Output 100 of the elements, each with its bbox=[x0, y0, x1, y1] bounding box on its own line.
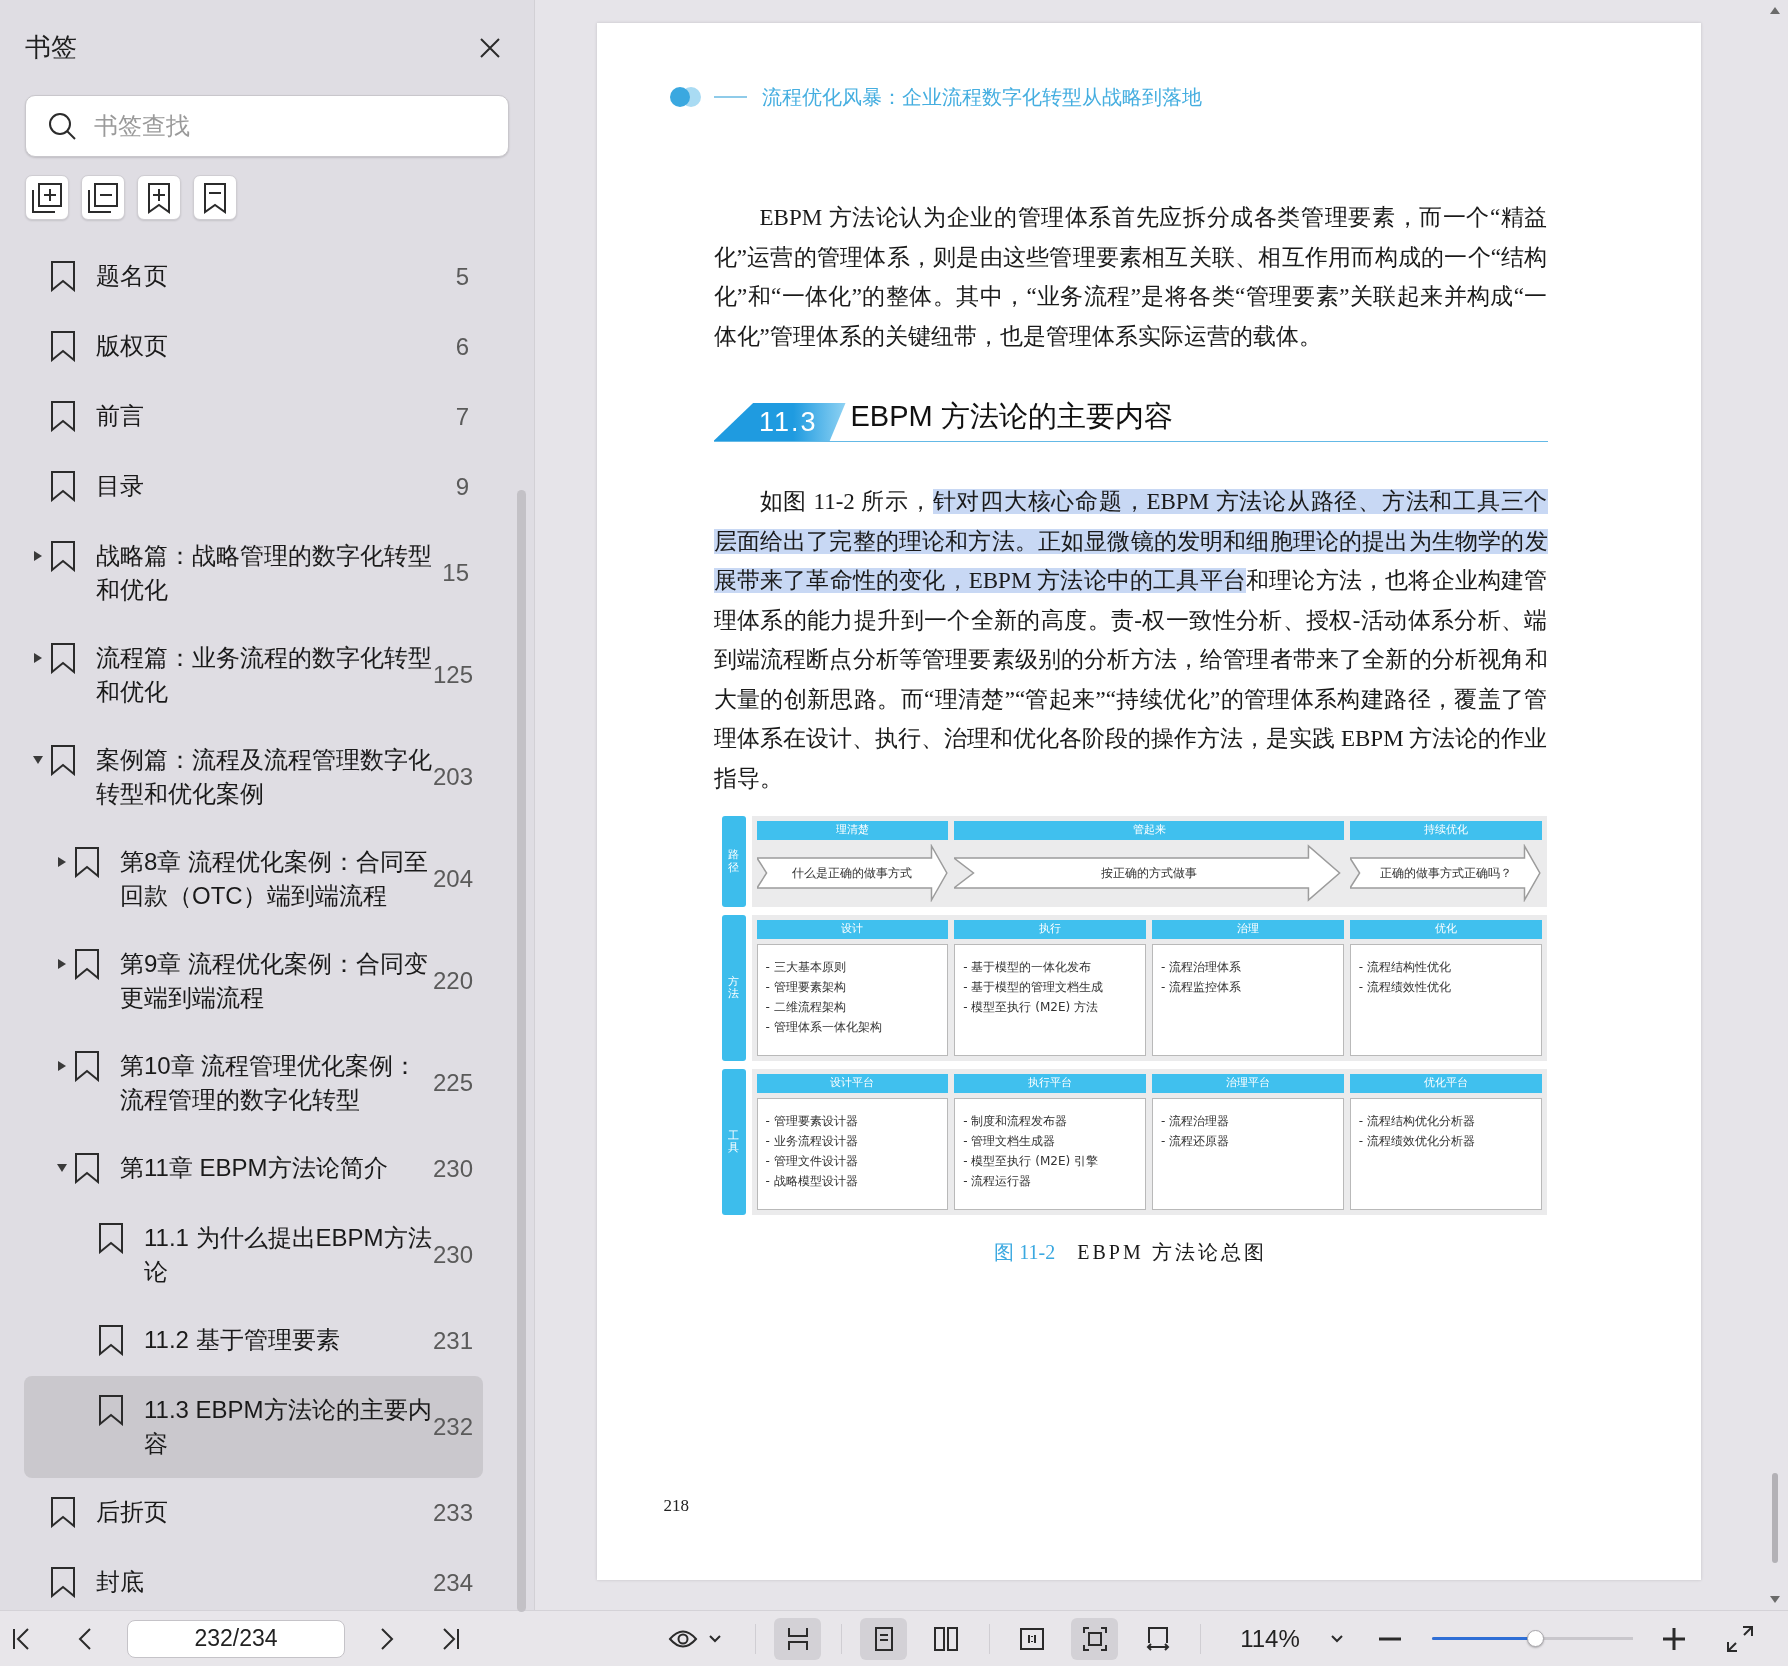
expand-arrow-icon[interactable] bbox=[33, 652, 43, 664]
bookmark-icon bbox=[98, 1324, 124, 1356]
bookmark-item[interactable]: 前言 7 bbox=[24, 382, 483, 452]
expand-arrow-icon[interactable] bbox=[33, 550, 43, 562]
column-header: 治理平台 bbox=[1152, 1074, 1344, 1093]
dots-icon bbox=[668, 86, 702, 108]
box-item: - 流程治理体系 bbox=[1161, 959, 1243, 976]
search-field[interactable]: 书签查找 bbox=[25, 95, 509, 157]
page-number: 218 bbox=[663, 1494, 690, 1517]
box-item: - 流程绩效性优化 bbox=[1358, 979, 1452, 996]
scrollbar-thumb[interactable] bbox=[1772, 1473, 1778, 1563]
box-item: - 模型至执行 (M2E) 引擎 bbox=[963, 1153, 1099, 1170]
two-page-icon bbox=[931, 1624, 960, 1653]
arrow-label: 按正确的方式做事 bbox=[1101, 865, 1197, 882]
column-header: 优化 bbox=[1349, 920, 1542, 939]
caret-icon[interactable] bbox=[1331, 1634, 1343, 1643]
box-item: - 基于模型的一体化发布 bbox=[963, 959, 1093, 976]
expand-arrow-icon[interactable] bbox=[57, 1060, 67, 1072]
stage-header: 持续优化 bbox=[1349, 821, 1542, 840]
single-page-button[interactable] bbox=[860, 1617, 907, 1660]
bookmark-minus-button[interactable] bbox=[193, 175, 237, 220]
arrow-label: 什么是正确的做事方式 bbox=[792, 865, 913, 882]
slider-thumb[interactable] bbox=[1526, 1630, 1544, 1647]
bookmark-item[interactable]: 版权页 6 bbox=[24, 312, 483, 382]
section-number-badge: 11.3 bbox=[713, 403, 846, 441]
box-item: - 管理体系一体化架构 bbox=[765, 1019, 883, 1036]
bookmark-icon bbox=[74, 846, 100, 878]
box-item: - 制度和流程发布器 bbox=[963, 1113, 1069, 1130]
bookmark-icon bbox=[50, 330, 76, 362]
box-item: - 流程结构优化分析器 bbox=[1358, 1113, 1476, 1130]
bookmark-icon bbox=[50, 1566, 76, 1598]
section-heading: EBPM 方法论的主要内容 bbox=[850, 398, 1173, 434]
column-header: 执行 bbox=[954, 920, 1146, 939]
box-item: - 管理要素架构 bbox=[765, 979, 847, 996]
arrow-label: 正确的做事方式正确吗？ bbox=[1379, 865, 1512, 882]
bookmark-icon bbox=[50, 470, 76, 502]
row-label: 路径 bbox=[721, 816, 746, 907]
bookmark-icon bbox=[50, 260, 76, 292]
stacked-plus-icon bbox=[30, 180, 64, 215]
search-icon bbox=[47, 111, 77, 141]
expand-arrow-icon[interactable] bbox=[32, 755, 44, 765]
bookmark-icon bbox=[50, 540, 76, 572]
bookmark-icon bbox=[74, 948, 100, 980]
bookmark-item[interactable]: 题名页 5 bbox=[24, 242, 483, 312]
box-item: - 管理文件设计器 bbox=[765, 1153, 859, 1170]
row-label: 方法 bbox=[721, 915, 746, 1061]
bookmark-icon bbox=[50, 642, 76, 674]
bookmark-icon bbox=[74, 1050, 100, 1082]
stage-header: 理清楚 bbox=[756, 821, 949, 840]
scroll-view-button[interactable] bbox=[774, 1617, 821, 1660]
bookmark-item[interactable]: 目录 9 bbox=[24, 452, 483, 522]
figure-number: 图 11-2 bbox=[994, 1240, 1056, 1265]
bookmark-icon bbox=[74, 1152, 100, 1184]
zoom-level-button[interactable]: 114% bbox=[1235, 1620, 1305, 1657]
expand-arrow-icon[interactable] bbox=[56, 1163, 68, 1173]
box-item: - 管理要素设计器 bbox=[765, 1113, 859, 1130]
expand-arrow-icon[interactable] bbox=[57, 856, 67, 868]
caret-icon[interactable] bbox=[709, 1634, 721, 1643]
box-item: - 战略模型设计器 bbox=[765, 1173, 859, 1190]
column-header: 设计平台 bbox=[756, 1074, 949, 1093]
stage-header: 管起来 bbox=[954, 821, 1344, 840]
box-item: - 流程监控体系 bbox=[1161, 979, 1243, 996]
page-number: 15 bbox=[441, 558, 469, 588]
bookmark-plus-button[interactable] bbox=[137, 175, 181, 220]
page-number: 9 bbox=[454, 472, 469, 502]
scroll-down-icon[interactable] bbox=[1769, 1595, 1781, 1604]
body-paragraph: 如图 11-2 所示，针对四大核心命题，EBPM 方法论从路径、方法和工具三个层面给出了完整的理论和方法。正如显微镜的发明和细胞理论的提出为生物学的发展带来了革命性的变化，EBPM 方法论中的工具平台和理论方法，也将企业构建管理体系的能力提升到一个全新的高度。责-权一致性分析、授权-活动体系分析、端到端流程断点分析等管理要素级别的分析方法，给管理者带来了全新的分析视角和大量的创新思路。而“理清楚”“管起来”“持续优化”的管理体系构建路径，覆盖了管理体系在设计、执行、治理和优化各阶段的操作方法，是实践 EBPM 方法论的作业指导。 bbox=[713, 488, 1548, 793]
row-label: 工具 bbox=[721, 1069, 746, 1215]
bookmark-icon bbox=[50, 744, 76, 776]
close-icon[interactable] bbox=[479, 36, 501, 59]
scroll-up-icon[interactable] bbox=[1769, 6, 1781, 15]
box-item: - 模型至执行 (M2E) 方法 bbox=[963, 999, 1099, 1016]
running-header: 流程优化风暴：企业流程数字化转型从战略到落地 bbox=[761, 85, 1202, 110]
box-item: - 基于模型的管理文档生成 bbox=[963, 979, 1105, 996]
bookmark-icon bbox=[98, 1394, 124, 1426]
column-header: 优化平台 bbox=[1349, 1074, 1542, 1093]
stacked-plus-button[interactable] bbox=[25, 175, 69, 220]
box-item: - 流程治理器 bbox=[1161, 1113, 1231, 1130]
bookmark-item[interactable]: 第11章 EBPM方法论简介 230 bbox=[24, 1134, 483, 1204]
bookmark-item[interactable]: 封底 234 bbox=[24, 1548, 483, 1618]
scrollbar-thumb[interactable] bbox=[517, 490, 526, 1612]
bookmark-item[interactable]: 11.2 基于管理要素 231 bbox=[24, 1306, 483, 1376]
bookmark-icon bbox=[50, 400, 76, 432]
bookmark-icon bbox=[50, 1496, 76, 1528]
page-number: 7 bbox=[454, 402, 469, 432]
column-header: 设计 bbox=[756, 920, 949, 939]
page-number-field[interactable]: 232/234 bbox=[127, 1619, 345, 1658]
fit-page-button[interactable] bbox=[1071, 1617, 1118, 1660]
column-header: 治理 bbox=[1152, 920, 1344, 939]
box-item: - 业务流程设计器 bbox=[765, 1133, 859, 1150]
bookmark-icon bbox=[98, 1222, 124, 1254]
bookmark-item[interactable]: 后折页 233 bbox=[24, 1478, 483, 1548]
expand-arrow-icon[interactable] bbox=[57, 958, 67, 970]
page-number: 6 bbox=[454, 332, 469, 362]
box-item: - 流程还原器 bbox=[1161, 1133, 1231, 1150]
stacked-minus-button[interactable] bbox=[81, 175, 125, 220]
zoom-in-icon[interactable] bbox=[1661, 1625, 1687, 1652]
stacked-minus-icon bbox=[86, 180, 120, 215]
column-header: 执行平台 bbox=[954, 1074, 1146, 1093]
fullscreen-icon[interactable] bbox=[1725, 1623, 1755, 1654]
